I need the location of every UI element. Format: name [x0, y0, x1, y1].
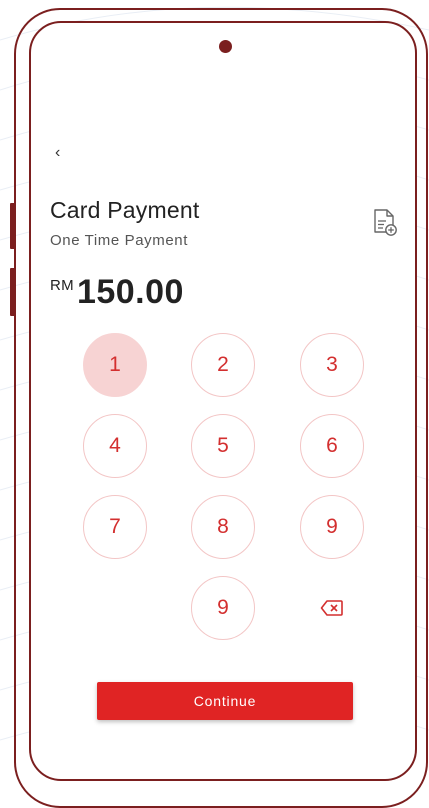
- back-button[interactable]: ‹: [55, 144, 60, 162]
- phone-screen: ‹ Card Payment One Time Payment RM 150.0…: [29, 21, 417, 781]
- keypad-key-7[interactable]: 7: [83, 495, 147, 559]
- backspace-button[interactable]: [300, 576, 364, 640]
- page-subtitle: One Time Payment: [50, 232, 188, 249]
- receipt-add-icon[interactable]: [372, 208, 398, 238]
- keypad-key-9[interactable]: 9: [300, 495, 364, 559]
- keypad-key-4[interactable]: 4: [83, 414, 147, 478]
- continue-button[interactable]: Continue: [97, 682, 353, 720]
- camera-dot: [219, 40, 232, 53]
- currency-label: RM: [50, 277, 74, 294]
- keypad-key-2[interactable]: 2: [191, 333, 255, 397]
- amount-display: RM 150.00: [50, 273, 184, 312]
- keypad-key-8[interactable]: 8: [191, 495, 255, 559]
- backspace-icon: [320, 600, 343, 616]
- keypad-key-5[interactable]: 5: [191, 414, 255, 478]
- keypad-key-bottom[interactable]: 9: [191, 576, 255, 640]
- keypad-key-1[interactable]: 1: [83, 333, 147, 397]
- keypad-key-6[interactable]: 6: [300, 414, 364, 478]
- keypad-key-3[interactable]: 3: [300, 333, 364, 397]
- amount-value: 150.00: [76, 273, 184, 311]
- page-title: Card Payment: [50, 197, 200, 223]
